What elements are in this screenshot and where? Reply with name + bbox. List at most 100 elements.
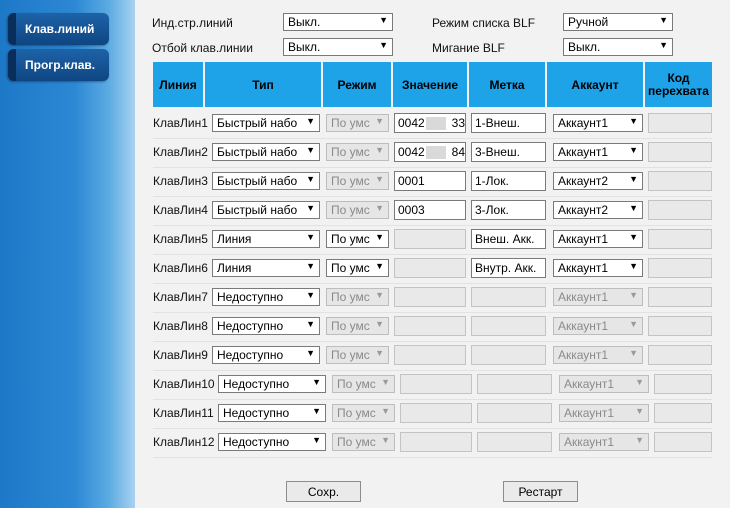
type-select[interactable]: Быстрый набо ▼ (212, 143, 320, 161)
type-select[interactable]: Быстрый набо ▼ (212, 114, 320, 132)
restart-button[interactable]: Рестарт (503, 481, 578, 502)
type-select[interactable]: Недоступно ▼ (218, 404, 326, 422)
value-input[interactable] (400, 403, 472, 423)
code-input[interactable] (648, 142, 712, 162)
mode-select[interactable]: По умс ▼ (326, 143, 389, 161)
label-input[interactable]: 3-Лок. (471, 200, 546, 220)
mode-select[interactable]: По умс ▼ (326, 114, 389, 132)
account-select[interactable]: Аккаунт1 ▼ (553, 317, 643, 335)
code-input[interactable] (648, 345, 712, 365)
mode-select[interactable]: По умс ▼ (326, 346, 389, 364)
mode-value: По умс (331, 174, 370, 188)
label-input[interactable]: 1-Внеш. (471, 113, 546, 133)
account-select[interactable]: Аккаунт2 ▼ (553, 201, 643, 219)
value-input[interactable]: 0042 33 (394, 113, 466, 133)
value-input[interactable] (400, 432, 472, 452)
value-input[interactable] (394, 287, 466, 307)
chevron-down-icon: ▼ (306, 145, 315, 155)
label-input[interactable]: 1-Лок. (471, 171, 546, 191)
account-select[interactable]: Аккаунт1 ▼ (553, 143, 643, 161)
code-input[interactable] (648, 258, 712, 278)
code-input[interactable] (648, 229, 712, 249)
blf-mode-select[interactable]: Ручной ▼ (563, 13, 673, 31)
chevron-down-icon: ▼ (635, 406, 644, 416)
sidebar-item-label: Прогр.клав. (25, 58, 96, 72)
value-input[interactable] (394, 345, 466, 365)
value-input[interactable] (400, 374, 472, 394)
mode-select[interactable]: По умс ▼ (332, 375, 395, 393)
label-input[interactable] (471, 345, 546, 365)
value-suffix: 33 (451, 116, 465, 130)
otboy-value: Выкл. (288, 40, 321, 54)
label-input[interactable]: Внутр. Акк. (471, 258, 546, 278)
type-select[interactable]: Недоступно ▼ (212, 317, 320, 335)
type-select[interactable]: Быстрый набо ▼ (212, 201, 320, 219)
mode-select[interactable]: По умс ▼ (326, 230, 389, 248)
account-select[interactable]: Аккаунт1 ▼ (559, 433, 649, 451)
mode-select[interactable]: По умс ▼ (326, 172, 389, 190)
value-suffix: 84 (451, 145, 465, 159)
type-select[interactable]: Быстрый набо ▼ (212, 172, 320, 190)
code-input[interactable] (648, 287, 712, 307)
type-value: Линия (217, 232, 252, 246)
label-input[interactable]: 3-Внеш. (471, 142, 546, 162)
code-input[interactable] (654, 403, 712, 423)
label-input[interactable] (471, 287, 546, 307)
type-select[interactable]: Линия ▼ (212, 230, 320, 248)
label-input[interactable] (477, 403, 552, 423)
type-select[interactable]: Недоступно ▼ (218, 433, 326, 451)
chevron-down-icon: ▼ (306, 116, 315, 126)
account-select[interactable]: Аккаунт1 ▼ (553, 230, 643, 248)
col-header-mode: Режим (323, 62, 391, 107)
account-select[interactable]: Аккаунт1 ▼ (553, 259, 643, 277)
mode-select[interactable]: По умс ▼ (332, 404, 395, 422)
account-select[interactable]: Аккаунт1 ▼ (553, 288, 643, 306)
mode-value: По умс (337, 377, 376, 391)
row-line-label: КлавЛин3 (153, 174, 208, 188)
otboy-select[interactable]: Выкл. ▼ (283, 38, 393, 56)
account-select[interactable]: Аккаунт1 ▼ (559, 404, 649, 422)
code-input[interactable] (648, 171, 712, 191)
code-input[interactable] (648, 316, 712, 336)
chevron-down-icon: ▼ (312, 406, 321, 416)
value-input[interactable]: 0003 (394, 200, 466, 220)
type-select[interactable]: Линия ▼ (212, 259, 320, 277)
mode-select[interactable]: По умс ▼ (326, 201, 389, 219)
account-select[interactable]: Аккаунт1 ▼ (553, 114, 643, 132)
value-input[interactable] (394, 229, 466, 249)
value-input[interactable] (394, 258, 466, 278)
blf-blink-label: Мигание BLF (432, 41, 505, 55)
label-input[interactable] (471, 316, 546, 336)
account-value: Аккаунт1 (564, 435, 615, 449)
type-select[interactable]: Недоступно ▼ (212, 346, 320, 364)
code-input[interactable] (654, 432, 712, 452)
account-select[interactable]: Аккаунт1 ▼ (553, 346, 643, 364)
account-select[interactable]: Аккаунт1 ▼ (559, 375, 649, 393)
value-input[interactable] (394, 316, 466, 336)
chevron-down-icon: ▼ (629, 290, 638, 300)
type-value: Быстрый набо (217, 174, 298, 188)
ind-select[interactable]: Выкл. ▼ (283, 13, 393, 31)
type-select[interactable]: Недоступно ▼ (218, 375, 326, 393)
blf-blink-select[interactable]: Выкл. ▼ (563, 38, 673, 56)
type-value: Недоступно (223, 406, 290, 420)
mode-select[interactable]: По умс ▼ (326, 288, 389, 306)
mode-select[interactable]: По умс ▼ (326, 259, 389, 277)
label-input[interactable]: Внеш. Акк. (471, 229, 546, 249)
value-input[interactable]: 0042 84 (394, 142, 466, 162)
type-select[interactable]: Недоступно ▼ (212, 288, 320, 306)
label-input[interactable] (477, 432, 552, 452)
mode-select[interactable]: По умс ▼ (332, 433, 395, 451)
mode-select[interactable]: По умс ▼ (326, 317, 389, 335)
chevron-down-icon: ▼ (375, 203, 384, 213)
code-input[interactable] (654, 374, 712, 394)
code-input[interactable] (648, 200, 712, 220)
value-input[interactable]: 0001 (394, 171, 466, 191)
code-input[interactable] (648, 113, 712, 133)
sidebar-item-prog-keys[interactable]: Прогр.клав. (8, 49, 109, 81)
save-button[interactable]: Сохр. (286, 481, 361, 502)
label-input[interactable] (477, 374, 552, 394)
account-select[interactable]: Аккаунт2 ▼ (553, 172, 643, 190)
sidebar-item-line-keys[interactable]: Клав.линий (8, 13, 109, 45)
chevron-down-icon: ▼ (375, 261, 384, 271)
